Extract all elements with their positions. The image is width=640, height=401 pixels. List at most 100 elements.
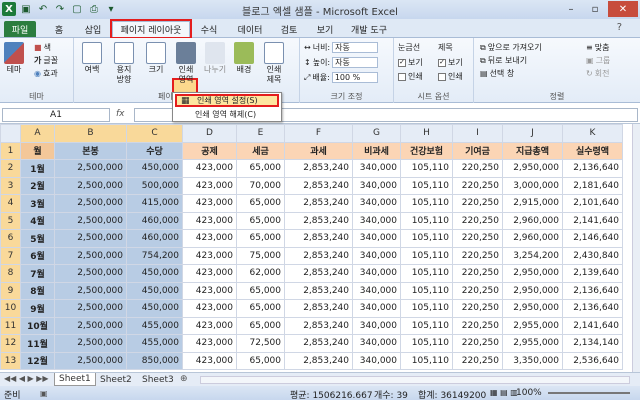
data-cell[interactable]: 105,110 <box>400 299 453 318</box>
data-cell[interactable]: 2,500,000 <box>54 229 127 248</box>
tab-view[interactable]: 보기 <box>310 21 340 37</box>
data-cell[interactable]: 460,000 <box>126 229 183 248</box>
data-cell[interactable]: 220,250 <box>452 194 503 213</box>
tab-file[interactable]: 파일 <box>4 21 36 37</box>
data-cell[interactable]: 455,000 <box>126 334 183 353</box>
send-backward-button[interactable]: ⧉ 뒤로 보내기 <box>480 55 527 66</box>
data-cell[interactable]: 2,141,640 <box>562 211 623 230</box>
row-header[interactable]: 6 <box>0 229 21 248</box>
data-cell[interactable]: 2,853,240 <box>284 159 353 178</box>
column-header-i[interactable]: I <box>452 124 503 143</box>
data-cell[interactable]: 450,000 <box>126 299 183 318</box>
data-cell[interactable]: 340,000 <box>352 176 401 195</box>
name-box[interactable]: A1 <box>2 108 110 122</box>
data-cell[interactable]: 105,110 <box>400 264 453 283</box>
data-cell[interactable]: 105,110 <box>400 229 453 248</box>
print-area-button[interactable]: 인쇄 영역 <box>176 42 196 85</box>
data-cell[interactable]: 65,000 <box>236 211 285 230</box>
data-cell[interactable]: 10월 <box>20 316 55 335</box>
data-cell[interactable]: 105,110 <box>400 159 453 178</box>
selection-pane-button[interactable]: ▤ 선택 창 <box>480 68 514 79</box>
data-cell[interactable]: 105,110 <box>400 334 453 353</box>
data-cell[interactable]: 3,254,200 <box>502 246 563 265</box>
data-cell[interactable]: 2,500,000 <box>54 351 127 370</box>
data-cell[interactable]: 2,853,240 <box>284 334 353 353</box>
bring-forward-button[interactable]: ⧉ 앞으로 가져오기 <box>480 42 542 53</box>
data-cell[interactable]: 2,500,000 <box>54 159 127 178</box>
row-header[interactable]: 9 <box>0 281 21 300</box>
data-cell[interactable]: 450,000 <box>126 264 183 283</box>
data-cell[interactable]: 11월 <box>20 334 55 353</box>
horizontal-scrollbar[interactable] <box>200 376 630 384</box>
header-cell[interactable]: 지급총액 <box>502 141 563 160</box>
data-cell[interactable]: 850,000 <box>126 351 183 370</box>
width-dropdown[interactable]: 자동 <box>332 42 379 53</box>
zoom-slider[interactable] <box>548 392 630 394</box>
headings-print-row[interactable]: 인쇄 <box>438 71 463 82</box>
header-cell[interactable]: 비과세 <box>352 141 401 160</box>
theme-effects-button[interactable]: ◉ 효과 <box>34 68 58 79</box>
size-button[interactable]: 크기 <box>146 42 166 75</box>
data-cell[interactable]: 340,000 <box>352 229 401 248</box>
data-cell[interactable]: 220,250 <box>452 299 503 318</box>
gridlines-view-row[interactable]: ✓ 보기 <box>398 57 423 68</box>
column-header-j[interactable]: J <box>502 124 563 143</box>
clear-print-area-item[interactable]: 인쇄 영역 해제(C) <box>175 108 279 121</box>
data-cell[interactable]: 65,000 <box>236 229 285 248</box>
data-cell[interactable]: 2,500,000 <box>54 334 127 353</box>
cell-table[interactable]: ABCDEFGHIJK 1 월 본봉 수당 공제 세금 과세 비과세 건강보험 기여금 지급총액 실수… <box>0 124 623 370</box>
headings-view-checkbox[interactable]: ✓ <box>438 58 446 67</box>
data-cell[interactable]: 2월 <box>20 176 55 195</box>
margins-button[interactable]: 여백 <box>82 42 102 75</box>
gridlines-view-checkbox[interactable]: ✓ <box>398 58 406 67</box>
scale-spinner[interactable]: 100 % <box>331 72 378 83</box>
data-cell[interactable]: 423,000 <box>182 229 237 248</box>
header-cell[interactable]: 본봉 <box>54 141 127 160</box>
data-cell[interactable]: 2,101,640 <box>562 194 623 213</box>
data-cell[interactable]: 415,000 <box>126 194 183 213</box>
data-cell[interactable]: 2,915,000 <box>502 194 563 213</box>
data-cell[interactable]: 2,950,000 <box>502 299 563 318</box>
set-print-area-item[interactable]: ▦ 인쇄 영역 설정(S) <box>175 94 279 107</box>
data-cell[interactable]: 2,853,240 <box>284 281 353 300</box>
data-cell[interactable]: 423,000 <box>182 299 237 318</box>
data-cell[interactable]: 65,000 <box>236 299 285 318</box>
tab-page-layout[interactable]: 페이지 레이아웃 <box>110 19 192 39</box>
data-cell[interactable]: 2,500,000 <box>54 281 127 300</box>
column-header-d[interactable]: D <box>182 124 237 143</box>
header-cell[interactable]: 기여금 <box>452 141 503 160</box>
column-header-f[interactable]: F <box>284 124 353 143</box>
data-cell[interactable]: 62,000 <box>236 264 285 283</box>
data-cell[interactable]: 65,000 <box>236 316 285 335</box>
data-cell[interactable]: 340,000 <box>352 281 401 300</box>
data-cell[interactable]: 72,500 <box>236 334 285 353</box>
data-cell[interactable]: 7월 <box>20 264 55 283</box>
headings-print-checkbox[interactable] <box>438 72 446 81</box>
row-header[interactable]: 13 <box>0 351 21 370</box>
print-titles-button[interactable]: 인쇄 제목 <box>264 42 284 85</box>
worksheet-grid[interactable]: ABCDEFGHIJK 1 월 본봉 수당 공제 세금 과세 비과세 건강보험 기여금 지급총액 실수… <box>0 124 632 372</box>
header-cell[interactable]: 월 <box>20 141 55 160</box>
column-header-e[interactable]: E <box>236 124 285 143</box>
themes-button[interactable]: 테마 <box>4 42 24 75</box>
breaks-button[interactable]: 나누기 <box>204 42 226 75</box>
data-cell[interactable]: 105,110 <box>400 246 453 265</box>
data-cell[interactable]: 423,000 <box>182 316 237 335</box>
data-cell[interactable]: 423,000 <box>182 334 237 353</box>
data-cell[interactable]: 1월 <box>20 159 55 178</box>
column-header-k[interactable]: K <box>562 124 623 143</box>
data-cell[interactable]: 220,250 <box>452 334 503 353</box>
data-cell[interactable]: 2,853,240 <box>284 264 353 283</box>
data-cell[interactable]: 105,110 <box>400 351 453 370</box>
row-header[interactable]: 10 <box>0 299 21 318</box>
data-cell[interactable]: 2,853,240 <box>284 194 353 213</box>
maximize-icon[interactable]: ▫ <box>584 1 606 17</box>
column-header-h[interactable]: H <box>400 124 453 143</box>
data-cell[interactable]: 220,250 <box>452 316 503 335</box>
tab-formulas[interactable]: 수식 <box>194 21 224 37</box>
data-cell[interactable]: 2,136,640 <box>562 299 623 318</box>
data-cell[interactable]: 754,200 <box>126 246 183 265</box>
close-icon[interactable]: ✕ <box>608 1 638 17</box>
data-cell[interactable]: 2,500,000 <box>54 264 127 283</box>
header-cell[interactable]: 수당 <box>126 141 183 160</box>
